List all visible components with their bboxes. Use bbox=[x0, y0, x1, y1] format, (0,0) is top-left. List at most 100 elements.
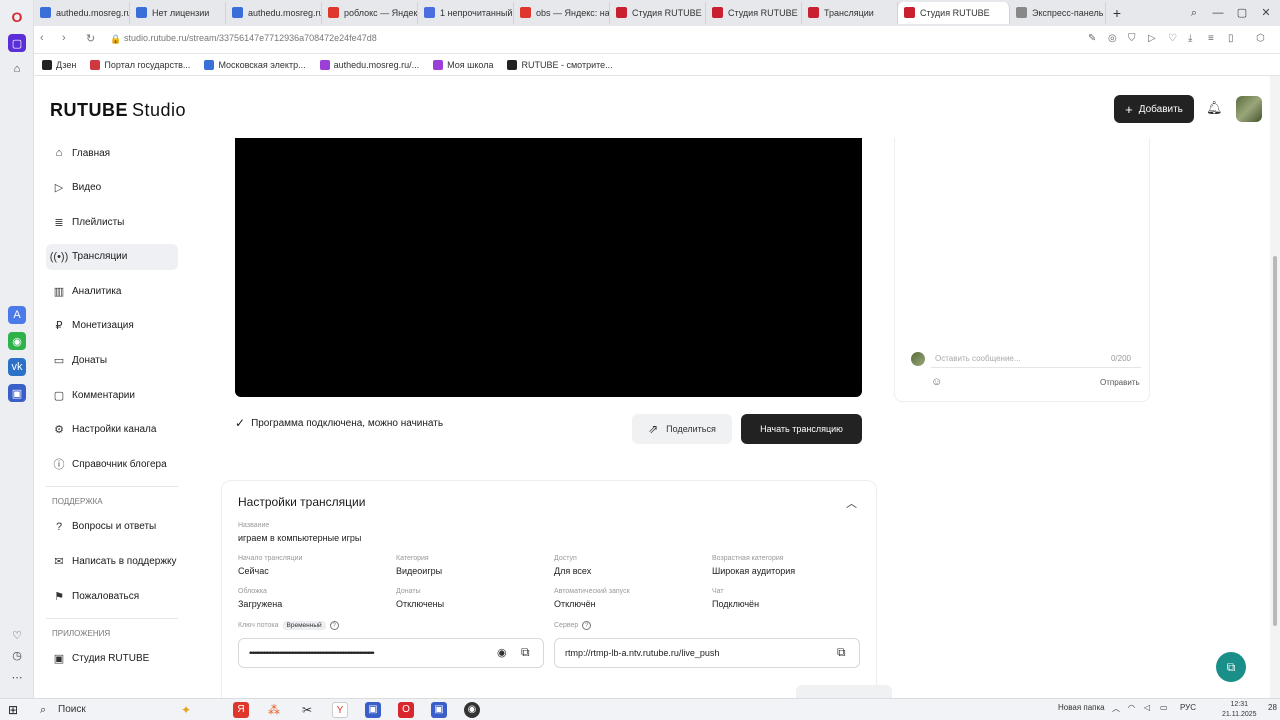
sidebar-item[interactable]: ((•)) Трансляции bbox=[46, 243, 178, 270]
opera-logo-icon[interactable]: O bbox=[8, 8, 26, 26]
shield-icon[interactable]: ⛉ bbox=[1128, 33, 1136, 44]
opera-icon[interactable]: O bbox=[398, 702, 414, 718]
bookmark-item[interactable]: Дзен bbox=[42, 59, 76, 70]
wallet-icon[interactable]: ▯ bbox=[1228, 33, 1234, 44]
browser-tab[interactable]: Студия RUTUBE bbox=[610, 2, 706, 24]
scrollbar-thumb[interactable] bbox=[1273, 256, 1277, 626]
app-store-icon[interactable]: A bbox=[8, 306, 26, 324]
bookmark-heart-icon[interactable]: ♡ bbox=[1168, 33, 1177, 44]
stream-preview-player[interactable] bbox=[235, 138, 862, 397]
rutube-studio-logo[interactable]: RUTUBE Studio bbox=[50, 100, 186, 121]
apps-icon[interactable]: ⁂ bbox=[266, 702, 282, 718]
server-field[interactable]: rtmp://rtmp-lb-a.ntv.rutube.ru/live_push… bbox=[554, 638, 860, 668]
browser-tab[interactable]: роблокс — Яндекс bbox=[322, 2, 418, 24]
reload-icon[interactable]: ↻ bbox=[86, 32, 95, 45]
help-icon[interactable]: ? bbox=[329, 621, 339, 630]
sidebar-item[interactable]: ⚙ Настройки канала bbox=[46, 417, 178, 443]
language-indicator[interactable]: РУС bbox=[1180, 703, 1196, 712]
history-icon[interactable]: ◷ bbox=[8, 646, 26, 664]
back-icon[interactable]: ‹ bbox=[40, 32, 44, 44]
browser-tab[interactable]: 1 непрочитанный ча bbox=[418, 2, 514, 24]
sidebar-item[interactable]: ▣ Студия RUTUBE bbox=[46, 646, 178, 672]
support-heading: ПОДДЕРЖКА bbox=[52, 496, 103, 506]
battery-icon[interactable]: ▭ bbox=[1160, 703, 1168, 712]
sidebar-item[interactable]: ▷ Видео bbox=[46, 175, 178, 201]
browser-tab[interactable]: Студия RUTUBE bbox=[898, 2, 1010, 24]
edit-icon[interactable]: ✎ bbox=[1088, 33, 1096, 44]
bookmark-item[interactable]: Моя школа bbox=[433, 59, 493, 70]
sidebar-item[interactable]: ✉ Написать в поддержку bbox=[46, 549, 178, 575]
browser-tab[interactable]: obs — Яндекс: нашл bbox=[514, 2, 610, 24]
copy-server-icon[interactable]: ⧉ bbox=[837, 645, 846, 660]
sidebar-item[interactable]: ₽ Монетизация bbox=[46, 313, 178, 339]
stream-key-field[interactable]: ••••••••••••••••••••••••••••••••••••••••… bbox=[238, 638, 544, 668]
messenger-icon[interactable]: ▣ bbox=[365, 702, 381, 718]
send-button[interactable]: Отправить bbox=[1100, 378, 1140, 387]
support-chat-icon[interactable]: ⧉ bbox=[1216, 652, 1246, 682]
sidebar-item[interactable]: ▥ Аналитика bbox=[46, 278, 178, 304]
maximize-icon[interactable]: ▢ bbox=[1230, 0, 1254, 26]
new-tab-button[interactable]: + bbox=[1106, 5, 1128, 21]
whatsapp-icon[interactable]: ◉ bbox=[8, 332, 26, 350]
sidebar-item[interactable]: ? Вопросы и ответы bbox=[46, 514, 178, 540]
tool-icon[interactable]: ✂ bbox=[299, 702, 315, 718]
extensions-icon[interactable]: ⬡ bbox=[1256, 33, 1265, 44]
forward-icon[interactable]: › bbox=[62, 32, 66, 44]
messenger-icon[interactable]: ▣ bbox=[8, 384, 26, 402]
bookmark-item[interactable]: Московская электр... bbox=[204, 59, 306, 70]
sidebar-item[interactable]: ▭ Донаты bbox=[46, 348, 178, 374]
tray-chevron-icon[interactable]: ︿ bbox=[1112, 703, 1120, 714]
browser-tab[interactable]: Трансляции bbox=[802, 2, 898, 24]
sidebar-item[interactable]: ⚑ Пожаловаться bbox=[46, 583, 178, 609]
bookmark-item[interactable]: Портал государств... bbox=[90, 59, 190, 70]
app-icon[interactable]: ▣ bbox=[431, 702, 447, 718]
browser-tab[interactable]: Студия RUTUBE bbox=[706, 2, 802, 24]
browser-tab[interactable]: authedu.mosreg.ru/5 bbox=[226, 2, 322, 24]
save-button-partial[interactable] bbox=[796, 685, 892, 698]
browser-tab[interactable]: authedu.mosreg.ru/5 bbox=[34, 2, 130, 24]
obs-icon[interactable]: ◉ bbox=[464, 702, 480, 718]
bookmark-item[interactable]: RUTUBE - смотрите... bbox=[507, 59, 613, 70]
sidebar-item[interactable]: ⓘ Справочник блогера bbox=[46, 451, 178, 477]
clock[interactable]: 12:31 21.11.2025 bbox=[1222, 700, 1257, 720]
sidebar-item[interactable]: ⌂ Главная bbox=[46, 140, 178, 166]
chat-message-input[interactable]: Оставить сообщение... 0/200 bbox=[931, 350, 1141, 368]
server-help-icon[interactable]: ? bbox=[582, 621, 592, 630]
browser-tab[interactable]: Экспресс-панель bbox=[1010, 2, 1106, 24]
start-stream-button[interactable]: Начать трансляцию bbox=[741, 414, 862, 444]
emoji-icon[interactable]: ☺ bbox=[931, 376, 942, 388]
windows-start-icon[interactable]: ⊞ bbox=[8, 703, 18, 717]
vk-icon[interactable]: vk bbox=[8, 358, 26, 376]
browser-tab[interactable]: Нет лицензии bbox=[130, 2, 226, 24]
yandex-icon[interactable]: Я bbox=[233, 702, 249, 718]
chevron-up-icon[interactable]: ︿ bbox=[846, 495, 857, 511]
eye-icon[interactable]: ◉ bbox=[497, 646, 507, 659]
player-icon[interactable]: ▷ bbox=[1148, 33, 1156, 44]
workspace-icon[interactable]: ▢ bbox=[8, 34, 26, 52]
download-icon[interactable]: ⤓ bbox=[1188, 33, 1192, 44]
user-avatar[interactable] bbox=[1236, 96, 1262, 122]
close-window-icon[interactable]: ✕ bbox=[1254, 0, 1278, 26]
search-tabs-icon[interactable]: ⌕ bbox=[1182, 0, 1206, 26]
bookmark-favicon-icon bbox=[42, 59, 52, 70]
more-icon[interactable]: ⋯ bbox=[8, 668, 26, 686]
home-icon[interactable]: ⌂ bbox=[8, 60, 26, 78]
yandex-browser-icon[interactable]: Y bbox=[332, 702, 348, 718]
wifi-icon[interactable]: ◠ bbox=[1128, 703, 1135, 712]
menu-icon[interactable]: ≡ bbox=[1208, 33, 1214, 44]
notification-count[interactable]: 28 bbox=[1268, 703, 1277, 712]
folder-label[interactable]: Новая папка bbox=[1058, 703, 1105, 712]
heart-icon[interactable]: ♡ bbox=[8, 626, 26, 644]
copy-key-icon[interactable]: ⧉ bbox=[521, 645, 530, 660]
sidebar-item[interactable]: ▢ Комментарии bbox=[46, 382, 178, 408]
add-button[interactable]: + Добавить bbox=[1114, 95, 1194, 123]
page-scrollbar[interactable] bbox=[1270, 76, 1280, 698]
minimize-icon[interactable]: — bbox=[1206, 0, 1230, 26]
share-button[interactable]: ⇗ Поделиться bbox=[632, 414, 732, 444]
bookmark-item[interactable]: authedu.mosreg.ru/... bbox=[319, 59, 419, 70]
sidebar-item[interactable]: ≣ Плейлисты bbox=[46, 209, 178, 235]
notifications-bell-icon[interactable]: 🔔︎ bbox=[1206, 100, 1223, 116]
camera-icon[interactable]: ◎ bbox=[1108, 33, 1117, 44]
url-field[interactable]: studio.rutube.ru/stream/33756147e7712936… bbox=[124, 33, 377, 43]
volume-icon[interactable]: ◁ bbox=[1144, 703, 1150, 712]
